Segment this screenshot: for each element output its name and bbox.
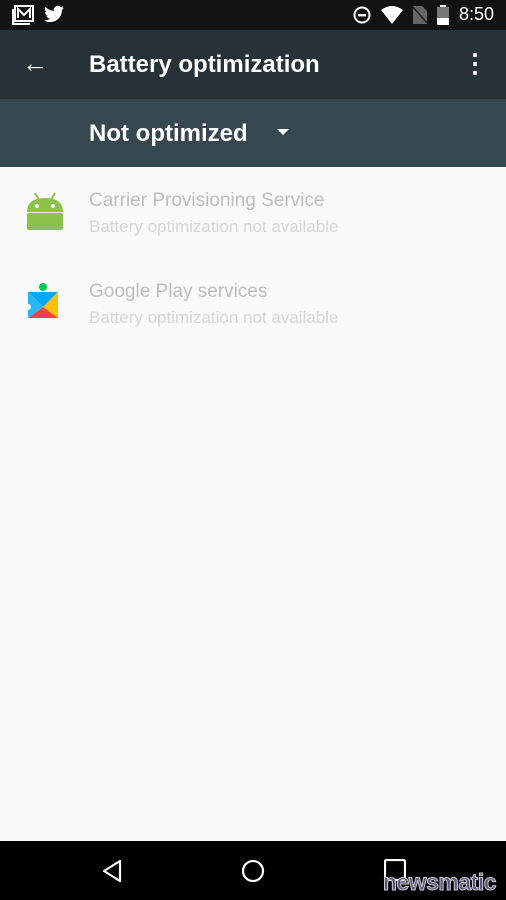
- list-item[interactable]: Google Play services Battery optimizatio…: [0, 271, 506, 361]
- filter-dropdown[interactable]: Not optimized: [0, 99, 506, 167]
- app-status: Battery optimization not available: [89, 217, 339, 236]
- filter-selected-value: Not optimized: [89, 120, 248, 147]
- page-title: Battery optimization: [89, 51, 320, 78]
- toolbar: ← Battery optimization ⋮: [0, 30, 506, 99]
- wifi-icon: [380, 5, 403, 24]
- home-icon[interactable]: [241, 859, 265, 883]
- twitter-icon: [44, 5, 64, 23]
- app-status: Battery optimization not available: [89, 308, 339, 327]
- status-bar: 8:50: [0, 0, 506, 30]
- navigation-bar: newsmatic: [0, 841, 506, 900]
- clock: 8:50: [458, 4, 494, 24]
- chevron-down-icon: [277, 129, 289, 135]
- watermark: newsmatic: [382, 869, 497, 896]
- dnd-icon: [353, 6, 371, 23]
- gmail-icon: [12, 5, 34, 25]
- back-icon[interactable]: [100, 859, 124, 883]
- more-vert-icon[interactable]: ⋮: [462, 50, 488, 76]
- no-sim-icon: [412, 5, 427, 24]
- battery-icon: [436, 4, 449, 25]
- play-services-icon: [25, 283, 58, 318]
- android-icon: [27, 192, 63, 230]
- arrow-back-icon[interactable]: ←: [22, 50, 48, 76]
- app-name: Google Play services: [89, 281, 268, 302]
- list-item[interactable]: Carrier Provisioning Service Battery opt…: [0, 180, 506, 270]
- app-name: Carrier Provisioning Service: [89, 190, 325, 211]
